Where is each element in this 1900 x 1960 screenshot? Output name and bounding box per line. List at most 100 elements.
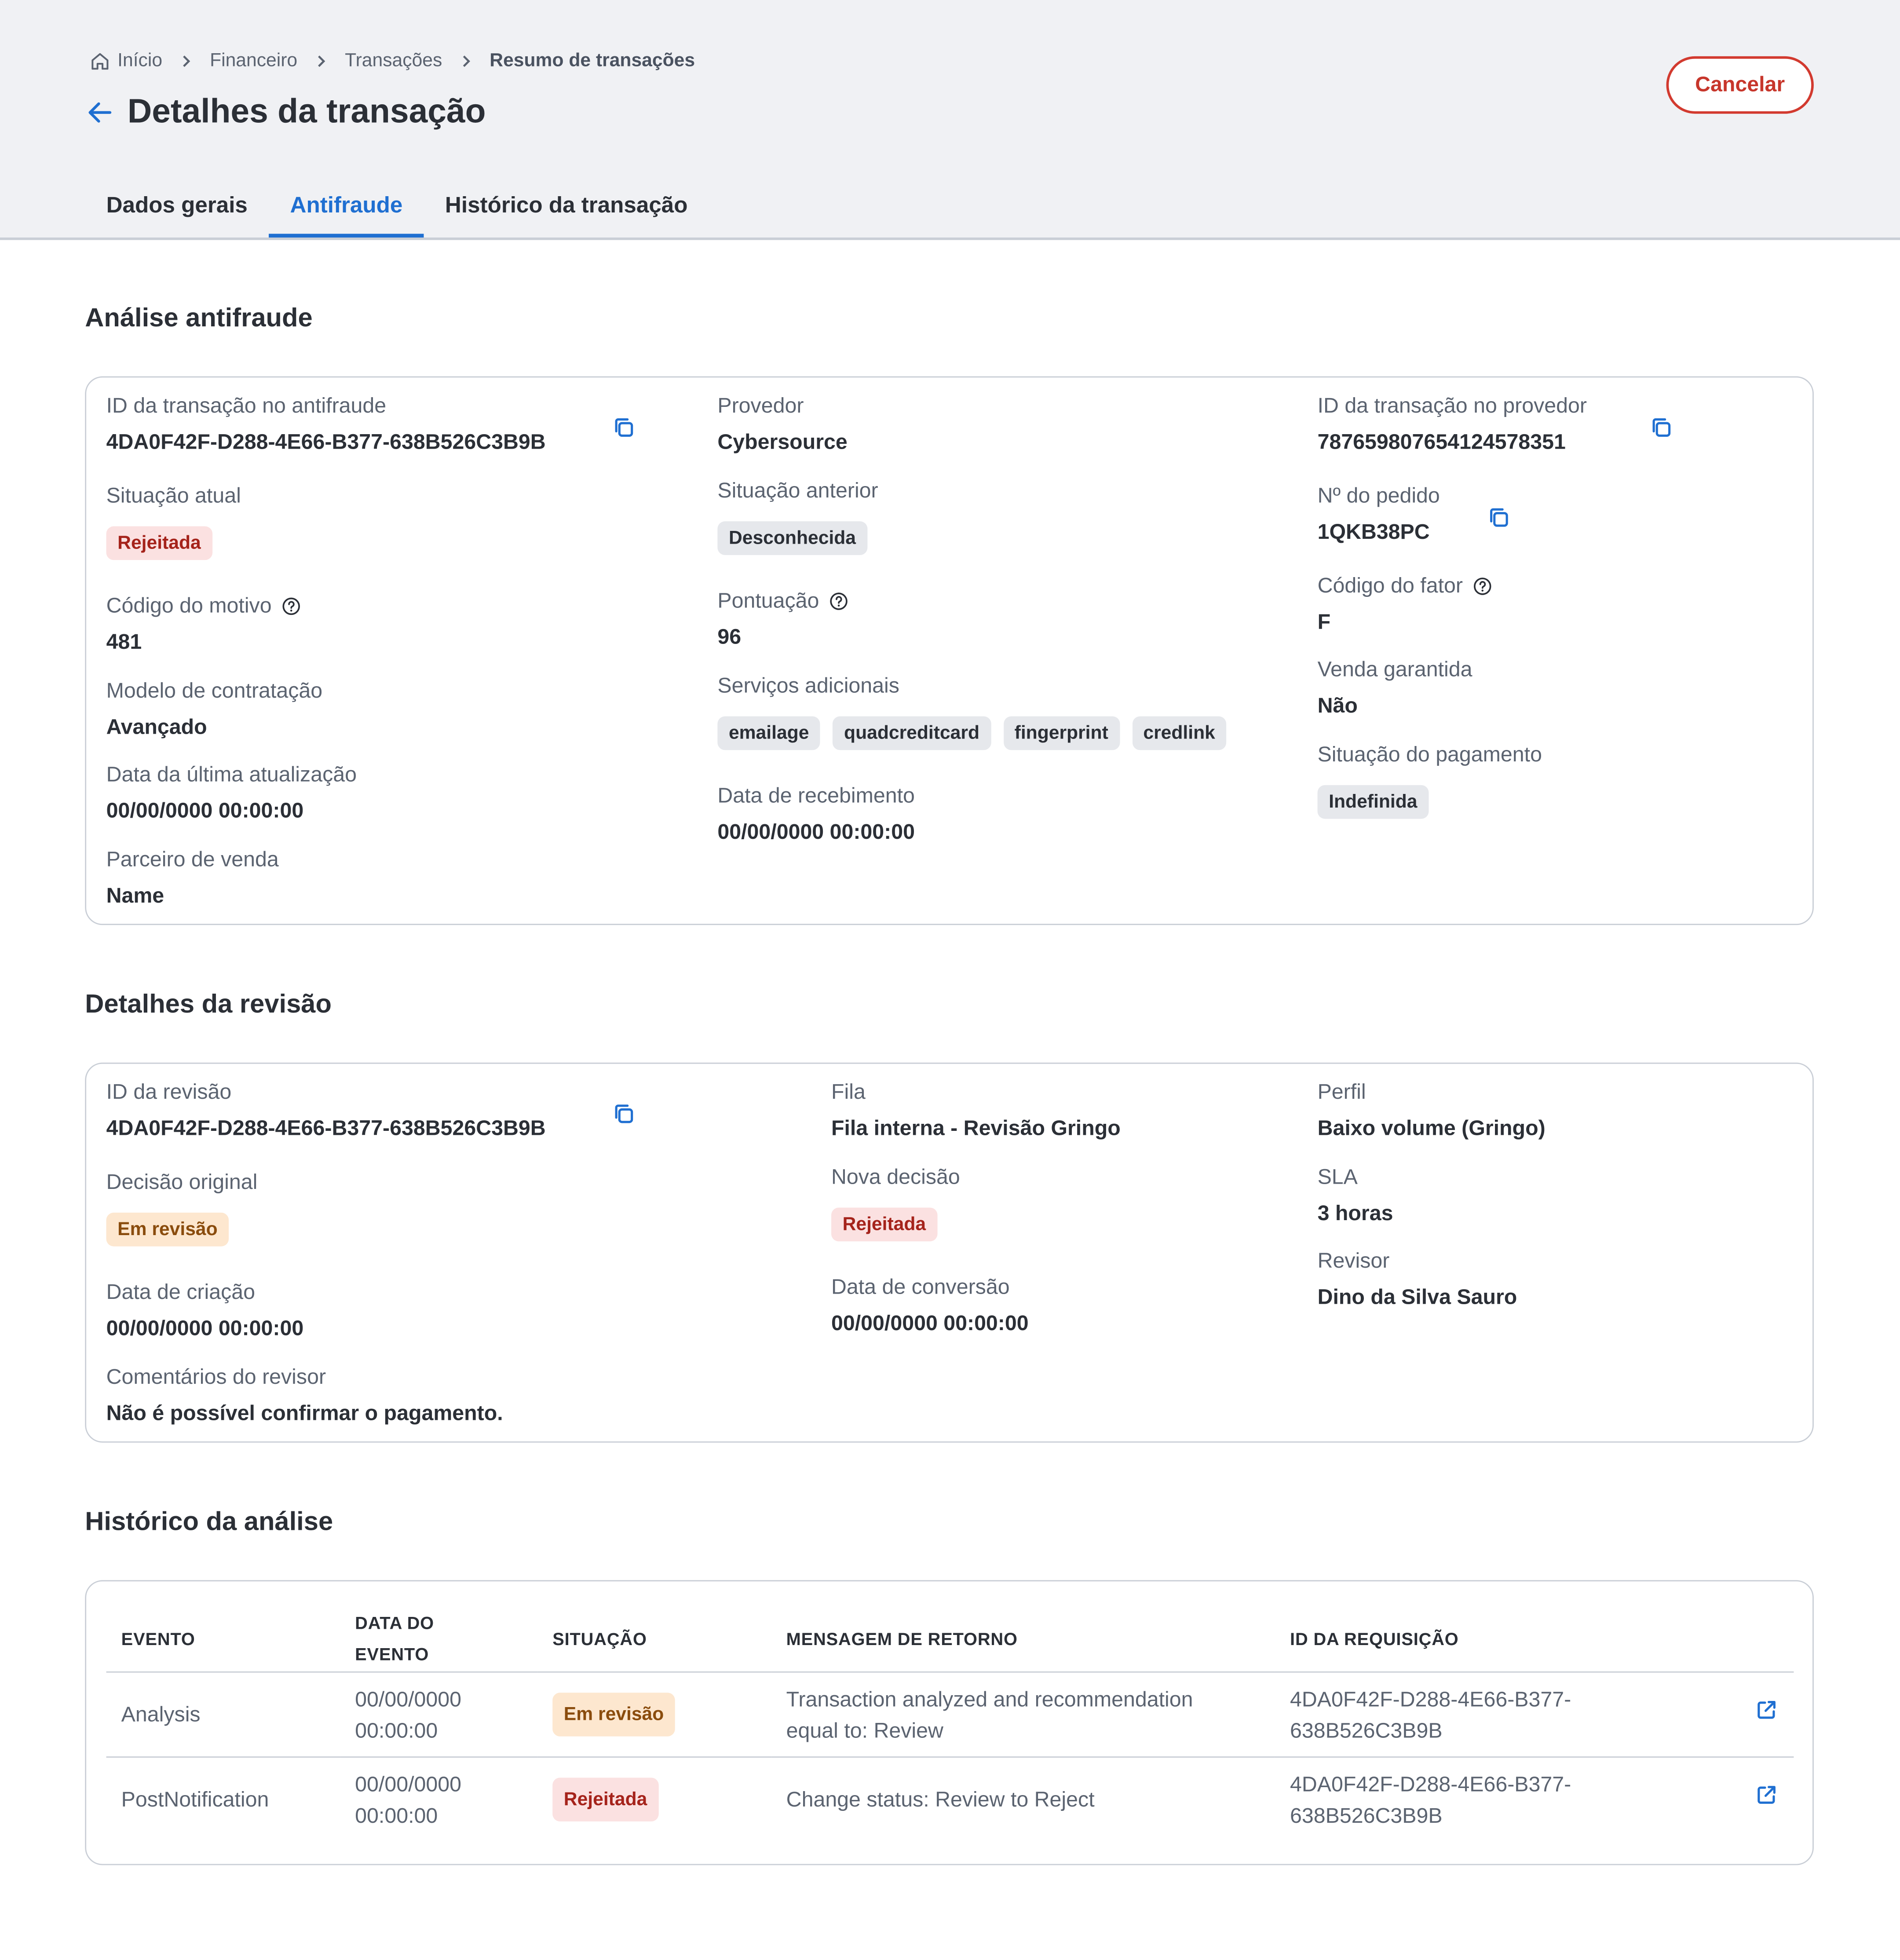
status-badge: Indefinida [1317,785,1429,819]
breadcrumb-item-transacoes[interactable]: Transações [345,50,442,71]
field-value: Avançado [106,715,207,739]
column-header-actions [1706,1606,1794,1673]
field-value: Fila interna - Revisão Gringo [831,1116,1121,1140]
status-badge: Rejeitada [106,526,212,560]
field-value: 00/00/0000 00:00:00 [717,820,915,844]
field-label: ID da transação no antifraude [106,394,387,418]
field-sla: SLA 3 horas [1318,1165,1393,1226]
cell-line: Transaction analyzed and recommendation [786,1687,1193,1711]
cell-line: 638B526C3B9B [1290,1803,1443,1827]
breadcrumb: Início Financeiro Transações Resumo de t… [90,50,695,71]
service-chip: credlink [1132,716,1227,750]
field-value: Name [106,884,164,908]
section-title-analise: Análise antifraude [85,304,313,333]
field-revisor: Revisor Dino da Silva Sauro [1318,1249,1517,1310]
field-decisao-original: Decisão original Em revisão [106,1170,258,1247]
page-title: Detalhes da transação [127,92,486,130]
cell-line: equal to: Review [786,1718,943,1742]
field-data-recebimento: Data de recebimento 00/00/0000 00:00:00 [717,784,915,845]
field-label: Fila [831,1080,866,1104]
field-label: Data de conversão [831,1275,1010,1299]
column-header-mensagem: MENSAGEM DE RETORNO [771,1606,1275,1673]
cell-mensagem: Change status: Review to Reject [771,1757,1275,1842]
back-arrow-icon[interactable] [85,97,115,127]
analise-card: ID da transação no antifraude 4DA0F42F-D… [85,376,1814,925]
field-label: Data de criação [106,1280,256,1304]
field-perfil: Perfil Baixo volume (Gringo) [1318,1080,1546,1141]
field-situacao-atual: Situação atual Rejeitada [106,484,241,560]
status-badge: Em revisão [552,1693,675,1737]
tab-dados-gerais[interactable]: Dados gerais [85,183,269,238]
field-codigo-fator: Código do fator F [1318,574,1493,635]
field-nova-decisao: Nova decisão Rejeitada [831,1165,960,1242]
breadcrumb-label: Resumo de transações [490,50,695,71]
cell-line: 638B526C3B9B [1290,1718,1443,1742]
external-link-icon[interactable] [1754,1783,1779,1808]
field-servicos-adicionais: Serviços adicionais emailage quadcreditc… [717,674,1227,750]
copy-icon[interactable] [1486,505,1511,530]
cell-situacao: Em revisão [537,1672,771,1758]
field-value: 96 [717,625,742,649]
cell-line: 00:00:00 [355,1718,438,1742]
tab-antifraude[interactable]: Antifraude [269,183,424,238]
breadcrumb-label: Transações [345,50,442,71]
field-ultima-atualizacao: Data da última atualização 00/00/0000 00… [106,763,357,824]
history-table: EVENTO DATA DO EVENTO SITUAÇÃO MENSAGEM D… [106,1606,1794,1841]
field-value: Cybersource [717,430,848,454]
field-value: 787659807654124578351 [1317,430,1566,454]
table-row: PostNotification 00/00/0000 00:00:00 Reje… [106,1757,1794,1842]
historico-card: EVENTO DATA DO EVENTO SITUAÇÃO MENSAGEM D… [85,1580,1814,1865]
help-icon[interactable] [829,591,849,611]
status-badge: Desconhecida [717,521,867,555]
field-value: Dino da Silva Sauro [1317,1285,1517,1309]
field-label: Perfil [1317,1080,1366,1104]
cell-evento: PostNotification [121,1788,269,1812]
chevron-right-icon [180,53,192,68]
breadcrumb-label: Financeiro [210,50,298,71]
table-row: Analysis 00/00/0000 00:00:00 Em revisão T… [106,1672,1794,1758]
field-label: Decisão original [106,1170,258,1194]
field-provedor: Provedor Cybersource [717,394,847,455]
field-label: Provedor [717,394,804,418]
column-header-line: DATA DO [355,1613,435,1633]
title-row: Detalhes da transação [85,92,486,131]
cell-data: 00/00/0000 00:00:00 [340,1757,537,1842]
field-label: Situação atual [106,483,241,508]
field-label: Comentários do revisor [106,1365,326,1389]
field-label: Revisor [1317,1249,1390,1273]
copy-icon[interactable] [611,1101,636,1126]
status-badge: Rejeitada [552,1777,658,1821]
field-label: Código do motivo [106,594,302,619]
cell-data: 00/00/0000 00:00:00 [340,1672,538,1758]
field-parceiro-venda: Parceiro de venda Name [106,848,279,909]
service-chip: fingerprint [1003,716,1120,750]
field-value: Baixo volume (Gringo) [1317,1116,1546,1140]
field-value: 00/00/0000 00:00:00 [106,799,304,823]
field-situacao-pagamento: Situação do pagamento Indefinida [1317,742,1542,819]
breadcrumb-item-financeiro[interactable]: Financeiro [210,50,297,71]
section-title-revisao: Detalhes da revisão [85,990,332,1019]
field-pontuacao: Pontuação 96 [717,589,849,650]
copy-icon[interactable] [1649,415,1674,440]
cell-line: Change status: Review to Reject [786,1788,1095,1812]
breadcrumb-item-inicio[interactable]: Início [90,50,162,71]
field-label: Situação do pagamento [1317,742,1542,767]
help-icon[interactable] [281,596,301,616]
field-label: Data de recebimento [717,783,915,808]
field-label: Situação anterior [717,479,878,503]
external-link-icon[interactable] [1754,1698,1779,1723]
copy-icon[interactable] [611,415,636,440]
cell-line: 4DA0F42F-D288-4E66-B377- [1290,1687,1571,1711]
field-label-text: Código do motivo [106,593,272,618]
field-comentarios-revisor: Comentários do revisor Não é possível co… [106,1365,503,1426]
field-codigo-motivo: Código do motivo 481 [106,594,302,655]
chevron-right-icon [315,53,327,68]
field-value: 481 [106,630,142,654]
field-label: Venda garantida [1317,657,1472,681]
table-header-row: EVENTO DATA DO EVENTO SITUAÇÃO MENSAGEM D… [106,1606,1794,1673]
column-header-data: DATA DO EVENTO [340,1606,538,1673]
field-label: Modelo de contratação [106,679,323,703]
cancel-button[interactable]: Cancelar [1666,56,1814,114]
help-icon[interactable] [1473,576,1493,596]
tab-historico-transacao[interactable]: Histórico da transação [424,183,709,238]
